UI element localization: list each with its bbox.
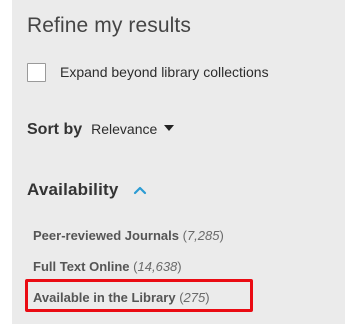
facet-count: 7,285 [186,228,220,243]
facet-label: Full Text Online [33,259,130,274]
sort-selected-value: Relevance [91,121,158,137]
availability-section-header[interactable]: Availability [27,180,147,200]
sort-by-label: Sort by [27,121,83,138]
refine-results-panel: Refine my results Expand beyond library … [12,0,345,324]
sort-dropdown[interactable]: Relevance [91,121,175,137]
facet-peer-reviewed-journals[interactable]: Peer-reviewed Journals (7,285) [33,228,224,243]
panel-title: Refine my results [27,14,191,37]
facet-count: 14,638 [137,259,178,274]
sort-row: Sort by Relevance [27,121,175,139]
highlight-box [25,279,253,312]
expand-checkbox[interactable] [27,62,46,82]
chevron-up-icon [133,186,146,195]
caret-down-icon [164,125,175,131]
facet-label: Peer-reviewed Journals [33,228,179,243]
facet-full-text-online[interactable]: Full Text Online (14,638) [33,259,182,274]
expand-label: Expand beyond library collections [60,64,269,80]
availability-heading: Availability [27,180,119,199]
expand-beyond-collections-option[interactable]: Expand beyond library collections [27,60,269,84]
